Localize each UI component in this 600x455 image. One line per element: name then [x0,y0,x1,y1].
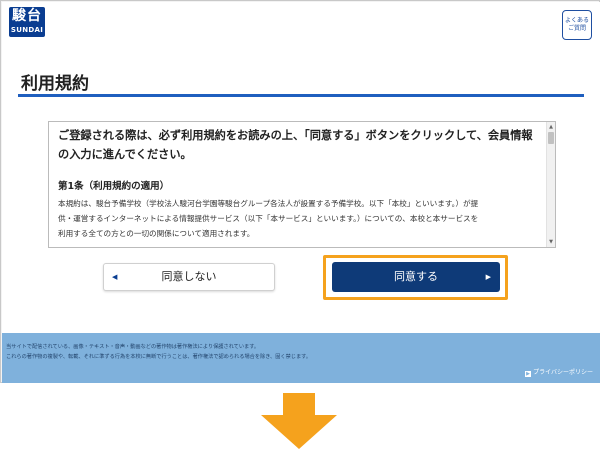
terms-page: 駿台 SUNDAI よくある ご質問 利用規約 ご登録される際は、必ず利用規約を… [2,2,600,333]
terms-body-line: 本規約は、駿台予備学校（学校法人駿河台学園等駿台グループ各法人が設置する予備学校… [58,199,479,208]
page-title: 利用規約 [21,74,89,94]
sundai-logo[interactable]: 駿台 SUNDAI [9,7,45,37]
terms-scrollbar[interactable]: ▲ ▼ [546,122,555,247]
copyright-notice: 当サイトで配信されている、画像・テキスト・音声・動画などの著作物は著作権法により… [6,342,311,362]
logo-latin: SUNDAI [10,26,44,34]
copyright-notice-line: 当サイトで配信されている、画像・テキスト・音声・動画などの著作物は著作権法により… [6,344,260,350]
scroll-down-icon[interactable]: ▼ [547,238,555,246]
faq-label-line1: よくある [564,17,589,24]
terms-lead: ご登録される際は、必ず利用規約をお読みの上、「同意する」ボタンをクリックして、会… [58,126,538,164]
terms-body-line: 利用する全ての方との一切の関係について適用されます。 [58,229,255,238]
triangle-right-icon: ▶ [485,273,491,281]
terms-lead-line: の入力に進んでください。 [58,148,192,161]
privacy-policy-label: プライバシーポリシー [533,369,593,376]
disagree-label: 同意しない [161,270,217,283]
disagree-button[interactable]: ◀ 同意しない [103,263,275,291]
title-divider [18,94,584,97]
triangle-left-icon: ◀ [112,273,118,281]
faq-label-line2: ご質問 [567,25,586,32]
terms-article-heading: 第1条（利用規約の適用） [58,181,170,192]
arrow-down-icon [261,393,337,449]
faq-button[interactable]: よくある ご質問 [562,10,592,40]
footer: 当サイトで配信されている、画像・テキスト・音声・動画などの著作物は著作権法により… [2,333,600,383]
scroll-up-icon[interactable]: ▲ [547,123,555,131]
link-arrow-icon: ▶ [525,371,532,377]
privacy-policy-link[interactable]: ▶ プライバシーポリシー [525,369,593,377]
copyright-notice-line: これらの著作物の複製や、転載、それに準ずる行為を本校に無断で行うことは、著作権法… [6,354,312,360]
terms-lead-line: ご登録される際は、必ず利用規約をお読みの上、「同意する」ボタンをクリックして、会… [58,129,533,142]
terms-content: ご登録される際は、必ず利用規約をお読みの上、「同意する」ボタンをクリックして、会… [58,126,538,241]
terms-body-line: 供・運営するインターネットによる情報提供サービス（以下「本サービス」といいます。… [58,214,479,223]
screenshot-frame: 駿台 SUNDAI よくある ご質問 利用規約 ご登録される際は、必ず利用規約を… [0,0,600,383]
scrollbar-thumb[interactable] [548,132,554,144]
agree-button[interactable]: 同意する ▶ [332,262,500,292]
logo-kanji: 駿台 [12,8,42,24]
terms-article-body: 本規約は、駿台予備学校（学校法人駿河台学園等駿台グループ各法人が設置する予備学校… [58,196,538,241]
terms-scroll-box[interactable]: ご登録される際は、必ず利用規約をお読みの上、「同意する」ボタンをクリックして、会… [48,121,556,248]
agree-label: 同意する [394,270,438,283]
